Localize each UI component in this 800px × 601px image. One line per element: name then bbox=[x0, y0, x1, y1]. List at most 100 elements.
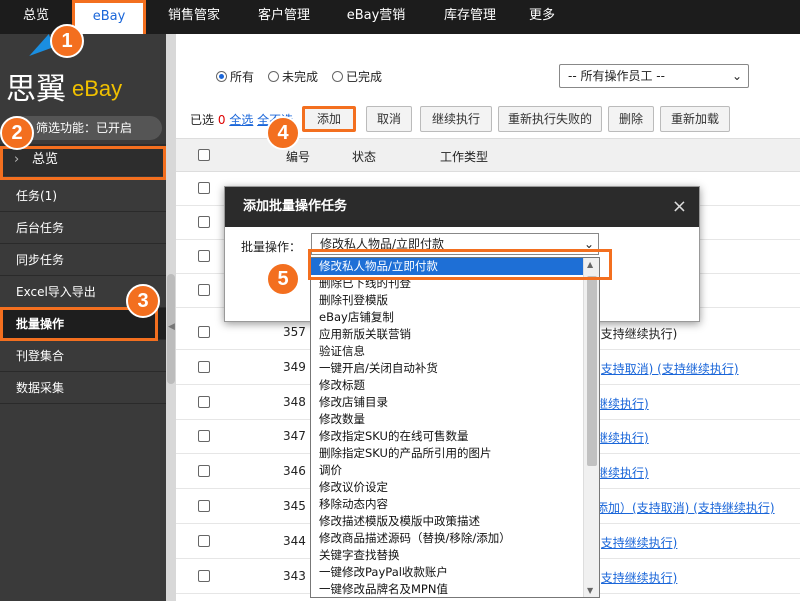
dropdown-option[interactable]: 应用新版关联营销 bbox=[311, 326, 583, 343]
continue-button[interactable]: 继续执行 bbox=[420, 106, 492, 132]
row-action-links[interactable]: 添加）(支持取消) (支持继续执行) bbox=[596, 499, 775, 516]
scroll-down-icon[interactable]: ▼ bbox=[587, 586, 593, 595]
options-list: 修改私人物品/立即付款 删除已下线的刊登 删除刊登模版 eBay店铺复制 应用新版关联营… bbox=[311, 258, 599, 597]
sidebar-item-tasks[interactable]: 任务(1) bbox=[0, 180, 166, 212]
dropdown-option[interactable]: 修改指定SKU的在线可售数量 bbox=[311, 428, 583, 445]
batch-operation-options[interactable]: 修改私人物品/立即付款 删除已下线的刊登 删除刊登模版 eBay店铺复制 应用新版关联营… bbox=[310, 257, 600, 598]
row-checkbox[interactable] bbox=[198, 250, 210, 262]
paper-plane-icon bbox=[24, 33, 54, 57]
row-checkbox[interactable] bbox=[198, 430, 210, 442]
header-status: 状态 bbox=[352, 150, 377, 164]
row-number: 344 bbox=[283, 534, 306, 548]
radio-dot[interactable] bbox=[268, 71, 280, 82]
row-checkbox[interactable] bbox=[198, 182, 210, 194]
dropdown-option[interactable]: 一键开启/关闭自动补货 bbox=[311, 360, 583, 377]
delete-button[interactable]: 删除 bbox=[608, 106, 654, 132]
sidebar-item-data-collection[interactable]: 数据采集 bbox=[0, 372, 166, 404]
row-actions: (支持继续执行) bbox=[596, 327, 678, 341]
nav-more[interactable]: 更多 bbox=[514, 0, 570, 34]
close-icon[interactable]: × bbox=[672, 187, 687, 227]
nav-ebay-marketing[interactable]: eBay营销 bbox=[326, 0, 426, 34]
collapse-arrow-icon[interactable]: ◀ bbox=[168, 322, 175, 332]
reload-button[interactable]: 重新加载 bbox=[660, 106, 730, 132]
add-button[interactable]: 添加 bbox=[302, 106, 356, 132]
dropdown-option[interactable]: 修改议价设定 bbox=[311, 479, 583, 496]
staff-select-value: -- 所有操作员工 -- bbox=[568, 69, 665, 83]
dropdown-option[interactable]: 一键修改PayPal收款账户 bbox=[311, 564, 583, 581]
row-action-links[interactable]: 继续执行) bbox=[596, 429, 649, 446]
row-checkbox[interactable] bbox=[198, 396, 210, 408]
radio-complete[interactable]: 已完成 bbox=[332, 68, 382, 85]
step-badge-4: 4 bbox=[266, 116, 300, 150]
selected-prefix: 已选 bbox=[190, 113, 215, 127]
row-checkbox[interactable] bbox=[198, 570, 210, 582]
row-number: 349 bbox=[283, 360, 306, 374]
dropdown-option[interactable]: 删除刊登模版 bbox=[311, 292, 583, 309]
row-action-links[interactable]: (支持继续执行) bbox=[596, 569, 677, 586]
radio-dot[interactable] bbox=[332, 71, 344, 82]
row-checkbox[interactable] bbox=[198, 284, 210, 296]
dropdown-option[interactable]: 验证信息 bbox=[311, 343, 583, 360]
retry-failed-button[interactable]: 重新执行失败的 bbox=[498, 106, 602, 132]
dropdown-option[interactable]: eBay店铺复制 bbox=[311, 309, 583, 326]
step-badge-1: 1 bbox=[50, 24, 84, 58]
batch-operation-label: 批量操作： bbox=[241, 240, 302, 254]
dropdown-option[interactable]: 删除指定SKU的产品所引用的图片 bbox=[311, 445, 583, 462]
row-checkbox[interactable] bbox=[198, 326, 210, 338]
highlight-first-option bbox=[308, 249, 612, 280]
staff-select[interactable]: -- 所有操作员工 -- ⌄ bbox=[559, 64, 749, 88]
dropdown-option[interactable]: 修改描述模版及模版中政策描述 bbox=[311, 513, 583, 530]
dropdown-option[interactable]: 修改商品描述源码（替换/移除/添加） bbox=[311, 530, 583, 547]
nav-inventory[interactable]: 库存管理 bbox=[426, 0, 514, 34]
step-badge-2: 2 bbox=[0, 116, 34, 150]
sidebar-item-sync-tasks[interactable]: 同步任务 bbox=[0, 244, 166, 276]
row-action-links[interactable]: 继续执行) bbox=[596, 464, 649, 481]
logo-brand: 思翼 bbox=[6, 72, 66, 107]
row-checkbox[interactable] bbox=[198, 500, 210, 512]
dialog-title: 添加批量操作任务 bbox=[243, 199, 348, 214]
header-number: 编号 bbox=[286, 150, 311, 164]
dropdown-option[interactable]: 关键字查找替换 bbox=[311, 547, 583, 564]
select-all-link[interactable]: 全选 bbox=[229, 113, 253, 127]
row-checkbox[interactable] bbox=[198, 535, 210, 547]
sidebar-item-listing-collection[interactable]: 刊登集合 bbox=[0, 340, 166, 372]
row-number: 346 bbox=[283, 464, 306, 478]
sidebar-item-background-tasks[interactable]: 后台任务 bbox=[0, 212, 166, 244]
scroll-thumb[interactable] bbox=[587, 276, 597, 466]
nav-customer-management[interactable]: 客户管理 bbox=[242, 0, 326, 34]
chevron-down-icon: ⌄ bbox=[731, 69, 742, 83]
dropdown-option[interactable]: 修改标题 bbox=[311, 377, 583, 394]
dropdown-option[interactable]: 调价 bbox=[311, 462, 583, 479]
radio-all[interactable]: 所有 bbox=[216, 68, 254, 85]
radio-incomplete[interactable]: 未完成 bbox=[268, 68, 318, 85]
header-type: 工作类型 bbox=[440, 150, 489, 164]
radio-dot[interactable] bbox=[216, 71, 227, 82]
nav-sales-manager[interactable]: 销售管家 bbox=[146, 0, 242, 34]
dialog-header: 添加批量操作任务 × bbox=[225, 187, 699, 227]
row-number: 357 bbox=[283, 325, 306, 339]
options-scrollbar[interactable]: ▲ ▼ bbox=[583, 258, 599, 597]
status-filter: 所有 未完成 已完成 bbox=[216, 68, 382, 85]
row-number: 343 bbox=[283, 569, 306, 583]
row-checkbox[interactable] bbox=[198, 465, 210, 477]
step-badge-3: 3 bbox=[126, 284, 160, 318]
row-checkbox[interactable] bbox=[198, 361, 210, 373]
radio-label: 所有 bbox=[230, 70, 255, 84]
nav-ebay[interactable]: eBay bbox=[72, 0, 146, 34]
row-action-links[interactable]: (支持取消) (支持继续执行) bbox=[596, 360, 739, 377]
dropdown-option[interactable]: 一键修改品牌名及MPN值 bbox=[311, 581, 583, 597]
row-checkbox[interactable] bbox=[198, 216, 210, 228]
row-action-links[interactable]: 继续执行) bbox=[596, 395, 649, 412]
sidebar-splitter[interactable]: ◀ bbox=[166, 34, 176, 601]
selected-count: 0 bbox=[217, 113, 226, 127]
select-all-checkbox[interactable] bbox=[198, 149, 210, 161]
dropdown-option[interactable]: 修改店铺目录 bbox=[311, 394, 583, 411]
row-action-links[interactable]: (支持继续执行) bbox=[596, 534, 677, 551]
top-nav: 总览 eBay 销售管家 客户管理 eBay营销 库存管理 更多 bbox=[0, 0, 800, 34]
dropdown-option[interactable]: 移除动态内容 bbox=[311, 496, 583, 513]
step-badge-5: 5 bbox=[266, 262, 300, 296]
row-number: 345 bbox=[283, 499, 306, 513]
radio-label: 未完成 bbox=[282, 70, 319, 84]
cancel-button[interactable]: 取消 bbox=[366, 106, 412, 132]
dropdown-option[interactable]: 修改数量 bbox=[311, 411, 583, 428]
